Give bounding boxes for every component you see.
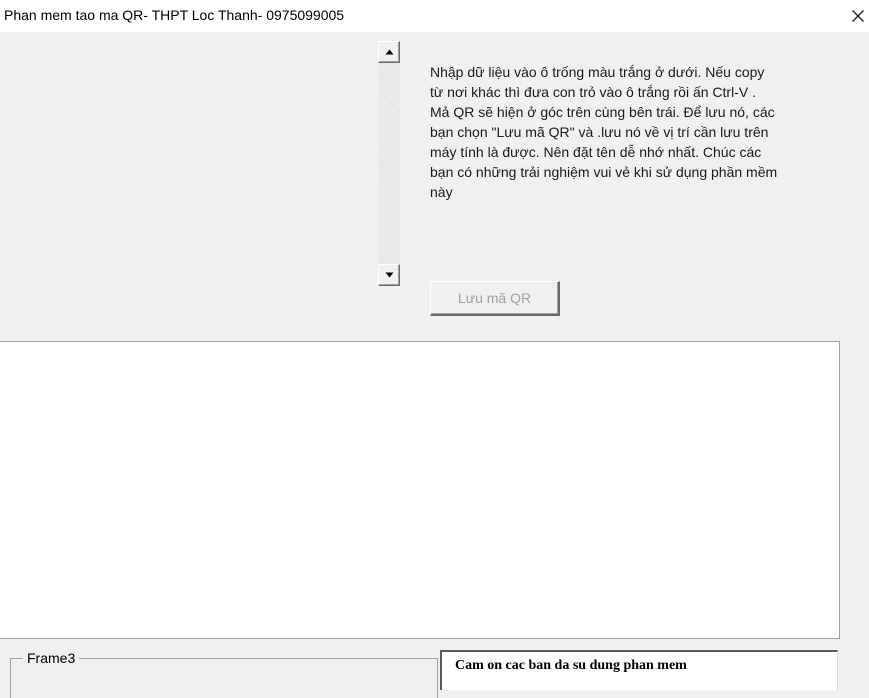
vertical-scrollbar[interactable] bbox=[378, 41, 400, 286]
close-button[interactable] bbox=[847, 0, 869, 32]
scroll-up-button[interactable] bbox=[378, 41, 400, 63]
thanks-message: Cam on cac ban da su dung phan mem bbox=[455, 658, 687, 673]
save-qr-button[interactable]: Lưu mã QR bbox=[430, 281, 560, 316]
data-input-area[interactable] bbox=[0, 341, 840, 639]
instructions-text: Nhập dữ liệu vào ô trống màu trắng ở dướ… bbox=[430, 64, 778, 200]
title-bar: Phan mem tao ma QR- THPT Loc Thanh- 0975… bbox=[0, 0, 869, 32]
arrow-up-icon bbox=[385, 49, 393, 55]
message-box: Cam on cac ban da su dung phan mem bbox=[440, 650, 838, 690]
close-icon bbox=[852, 10, 864, 22]
frame3-legend: Frame3 bbox=[23, 650, 80, 666]
arrow-down-icon bbox=[385, 272, 393, 278]
scroll-down-button[interactable] bbox=[378, 264, 400, 286]
frame3-group: Frame3 bbox=[10, 650, 438, 698]
window-title: Phan mem tao ma QR- THPT Loc Thanh- 0975… bbox=[4, 7, 345, 23]
client-area: Nhập dữ liệu vào ô trống màu trắng ở dướ… bbox=[0, 32, 869, 698]
